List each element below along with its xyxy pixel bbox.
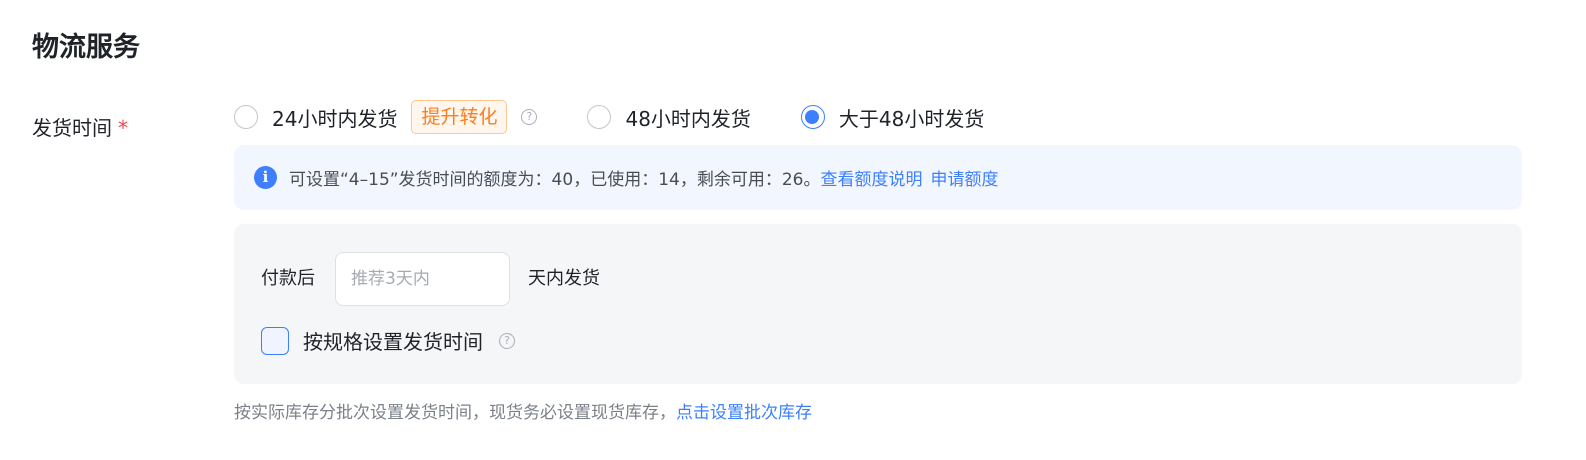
radio-48h[interactable] [587, 105, 612, 129]
radio-option-over-48h[interactable]: 大于48小时发货 [800, 103, 984, 132]
required-mark: * [118, 116, 128, 140]
question-icon[interactable]: ? [521, 109, 538, 125]
quota-info-banner: i 可设置“4–15”发货时间的额度为：40，已使用：14，剩余可用：26。查看… [234, 145, 1522, 210]
shipping-days-input[interactable] [335, 252, 510, 306]
quota-info-text: 可设置“4–15”发货时间的额度为：40，已使用：14，剩余可用：26。查看额度… [289, 165, 998, 190]
info-icon: i [254, 166, 277, 189]
section-title: 物流服务 [32, 32, 140, 63]
pay-after-label: 付款后 [261, 268, 315, 289]
radio-over-48h-label[interactable]: 大于48小时发货 [839, 103, 984, 132]
radio-24h[interactable] [234, 105, 258, 129]
promo-tag: 提升转化 [411, 100, 508, 134]
batch-stock-note: 按实际库存分批次设置发货时间，现货务必设置现货库存，点击设置批次库存 [234, 400, 812, 426]
view-quota-link[interactable]: 查看额度说明 [820, 170, 922, 190]
radio-24h-label[interactable]: 24小时内发货 [272, 103, 397, 132]
by-spec-checkbox[interactable] [261, 326, 289, 355]
set-batch-stock-link[interactable]: 点击设置批次库存 [676, 403, 812, 423]
batch-stock-note-text: 按实际库存分批次设置发货时间，现货务必设置现货库存， [234, 403, 676, 423]
by-spec-option[interactable]: 按规格设置发货时间 ? [261, 326, 515, 355]
quota-info-message: 可设置“4–15”发货时间的额度为：40，已使用：14，剩余可用：26。 [289, 170, 821, 190]
shipping-settings-panel: 付款后 天内发货 按规格设置发货时间 ? [234, 224, 1522, 384]
radio-option-48h[interactable]: 48小时内发货 [587, 103, 751, 132]
question-icon[interactable]: ? [499, 332, 515, 349]
radio-48h-label[interactable]: 48小时内发货 [625, 103, 750, 132]
shipping-time-label-text: 发货时间 [32, 116, 112, 140]
shipping-time-label: 发货时间 * [32, 112, 128, 144]
logistics-service-page: 物流服务 发货时间 * 24小时内发货 提升转化 ? 48小时内发货 大于48小时… [0, 0, 1586, 460]
days-suffix-label: 天内发货 [528, 268, 600, 289]
apply-quota-link[interactable]: 申请额度 [930, 170, 998, 190]
radio-over-48h[interactable] [800, 105, 825, 129]
by-spec-label[interactable]: 按规格设置发货时间 [303, 326, 483, 355]
shipping-time-radio-group: 24小时内发货 提升转化 ? 48小时内发货 大于48小时发货 [234, 99, 984, 135]
radio-option-24h[interactable]: 24小时内发货 提升转化 ? [234, 100, 538, 134]
